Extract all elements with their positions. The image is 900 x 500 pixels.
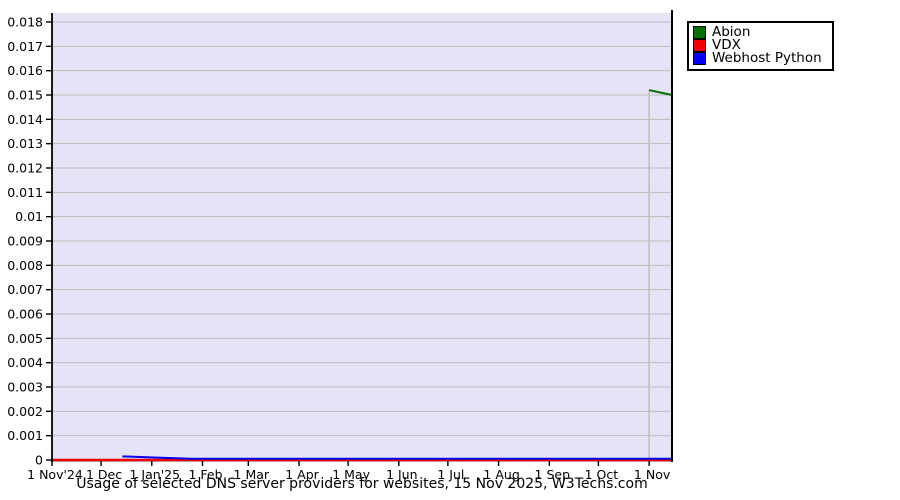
legend: Abion VDX Webhost Python xyxy=(687,21,834,71)
y-tick-label: 0.002 xyxy=(7,404,43,419)
legend-swatch-abion xyxy=(693,26,706,39)
y-tick-label: 0.01 xyxy=(15,209,43,224)
y-tick-label: 0.015 xyxy=(7,88,43,103)
y-tick-label: 0.005 xyxy=(7,331,43,346)
y-tick-label: 0.003 xyxy=(7,380,43,395)
page: { "title": { "text": "Usage of selected … xyxy=(0,0,900,500)
y-tick-label: 0.001 xyxy=(7,428,43,443)
plot-area xyxy=(53,13,672,460)
y-tick-label: 0.011 xyxy=(7,185,43,200)
legend-swatch-webhost-python xyxy=(693,52,706,65)
y-tick-label: 0.017 xyxy=(7,39,43,54)
legend-swatch-vdx xyxy=(693,39,706,52)
y-tick-label: 0.008 xyxy=(7,258,43,273)
y-tick-label: 0.004 xyxy=(7,355,43,370)
legend-label-webhost-python: Webhost Python xyxy=(712,50,822,66)
y-tick-label: 0 xyxy=(35,453,43,468)
y-tick-label: 0.009 xyxy=(7,234,43,249)
y-tick-label: 0.006 xyxy=(7,307,43,322)
legend-item-webhost-python: Webhost Python xyxy=(693,50,822,66)
y-tick-label: 0.014 xyxy=(7,112,43,127)
y-tick-label: 0.013 xyxy=(7,136,43,151)
dns-usage-line-chart: 0 0.001 0.002 0.003 0.004 0.005 0.006 0.007 0.00… xyxy=(7,10,673,482)
chart-title: Usage of selected DNS server providers f… xyxy=(76,476,648,492)
y-tick-label: 0.018 xyxy=(7,15,43,30)
y-tick-label: 0.012 xyxy=(7,161,43,176)
y-tick-label: 0.016 xyxy=(7,63,43,78)
y-tick-label: 0.007 xyxy=(7,282,43,297)
